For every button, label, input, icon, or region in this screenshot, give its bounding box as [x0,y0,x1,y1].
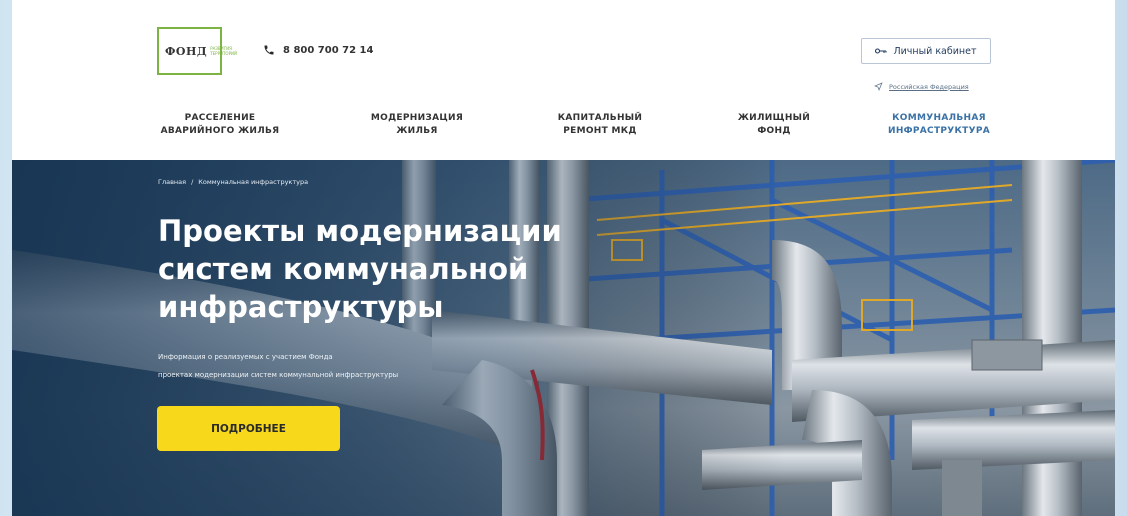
breadcrumb: Главная / Коммунальная инфраструктура [158,178,308,186]
key-icon [875,48,888,54]
hero-banner: Главная / Коммунальная инфраструктура Пр… [12,160,1115,516]
logo[interactable]: ФОНД РАЗВИТИЯ ТЕРРИТОРИЙ [157,27,237,75]
phone-number: 8 800 700 72 14 [283,44,374,56]
nav-item-communal-infrastructure[interactable]: КОММУНАЛЬНАЯ ИНФРАСТРУКТУРА [874,112,1004,138]
nav-item-housing-fund[interactable]: ЖИЛИЩНЫЙ ФОНД [719,112,829,138]
nav-item-resettlement[interactable]: РАССЕЛЕНИЕ АВАРИЙНОГО ЖИЛЬЯ [150,112,290,138]
personal-cabinet-label: Личный кабинет [893,45,977,57]
breadcrumb-current: Коммунальная инфраструктура [198,178,309,186]
nav-item-label-line2: АВАРИЙНОГО ЖИЛЬЯ [160,126,280,136]
phone-icon [264,45,274,55]
page-title: Проекты модернизации систем коммунальной… [158,212,608,326]
hero-description-line1: Информация о реализуемых с участием Фонд… [158,353,333,361]
nav-item-label-line1: РАССЕЛЕНИЕ [184,113,256,123]
personal-cabinet-button[interactable]: Личный кабинет [861,38,991,64]
nav-item-capital-repair[interactable]: КАПИТАЛЬНЫЙ РЕМОНТ МКД [540,112,660,138]
breadcrumb-separator: / [191,178,194,186]
location-arrow-icon [874,82,883,91]
nav-item-label-line2: ЖИЛЬЯ [396,126,438,136]
hero-description: Информация о реализуемых с участием Фонд… [158,348,518,384]
nav-item-housing-modernization[interactable]: МОДЕРНИЗАЦИЯ ЖИЛЬЯ [357,112,477,138]
nav-item-label-line2: ФОНД [757,126,791,136]
nav-item-label-line1: ЖИЛИЩНЫЙ [737,113,811,123]
site-header: ФОНД РАЗВИТИЯ ТЕРРИТОРИЙ 8 800 700 72 14… [12,0,1115,160]
region-label: Российская Федерация [889,82,969,91]
logo-text: ФОНД [165,44,208,58]
breadcrumb-home-link[interactable]: Главная [158,178,186,186]
logo-subtext: РАЗВИТИЯ ТЕРРИТОРИЙ [210,46,237,56]
page: ФОНД РАЗВИТИЯ ТЕРРИТОРИЙ 8 800 700 72 14… [12,0,1115,516]
region-selector[interactable]: Российская Федерация [874,82,969,91]
nav-item-label-line1: КАПИТАЛЬНЫЙ [557,113,643,123]
phone-link[interactable]: 8 800 700 72 14 [263,44,373,56]
nav-item-label-line1: МОДЕРНИЗАЦИЯ [370,113,464,123]
page-title-line3: инфраструктуры [158,290,444,324]
hero-description-line2: проектах модернизации систем коммунально… [158,371,399,379]
nav-item-label-line1: КОММУНАЛЬНАЯ [892,113,986,123]
more-details-button[interactable]: ПОДРОБНЕЕ [157,406,340,451]
page-title-line2: систем коммунальной [158,252,529,286]
main-navigation: РАССЕЛЕНИЕ АВАРИЙНОГО ЖИЛЬЯ МОДЕРНИЗАЦИЯ… [12,112,1115,152]
nav-item-label-line2: РЕМОНТ МКД [563,126,637,136]
page-title-line1: Проекты модернизации [158,214,562,248]
nav-item-label-line2: ИНФРАСТРУКТУРА [887,126,991,136]
